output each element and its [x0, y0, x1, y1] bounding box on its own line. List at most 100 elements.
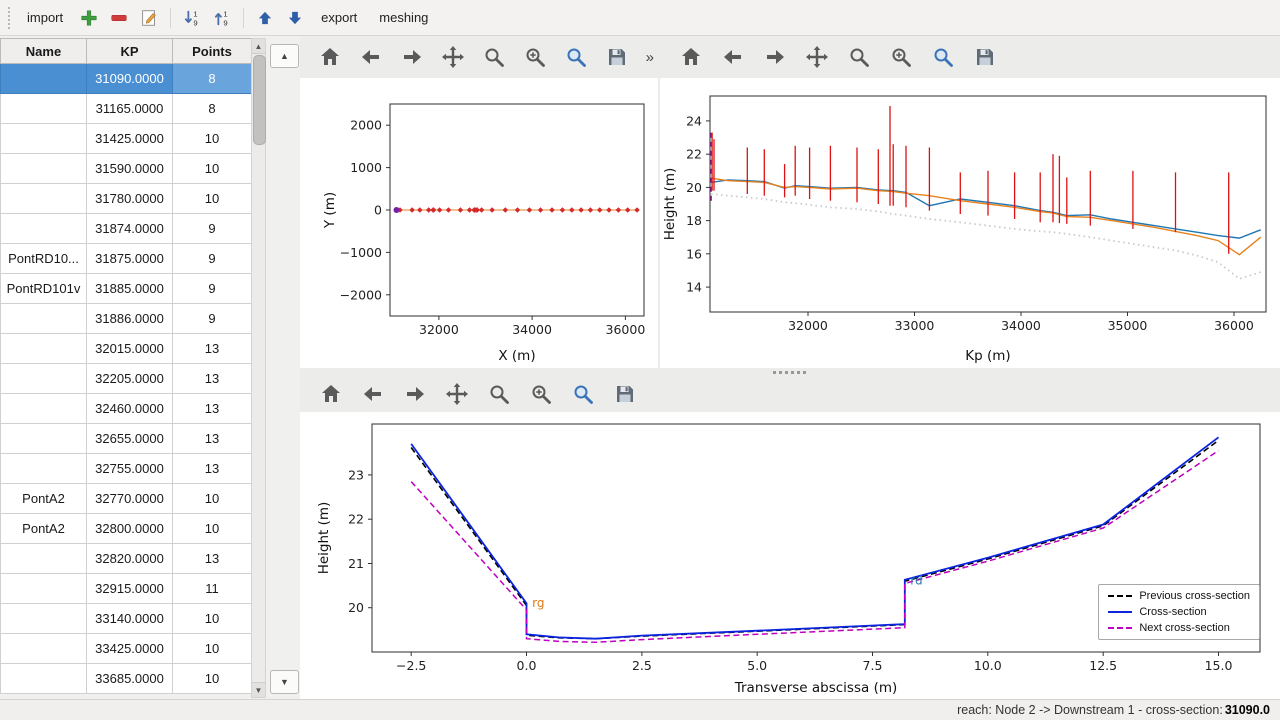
cell-name[interactable] [1, 154, 87, 184]
meshing-button[interactable]: meshing [371, 5, 436, 30]
table-row[interactable]: 33425.000010 [1, 634, 252, 664]
table-row[interactable]: 31425.000010 [1, 124, 252, 154]
cell-name[interactable] [1, 664, 87, 694]
home-icon[interactable] [318, 381, 344, 407]
table-row[interactable]: 33140.000010 [1, 604, 252, 634]
cell-points[interactable]: 9 [173, 214, 252, 244]
home-icon[interactable] [678, 44, 704, 70]
save-icon[interactable] [605, 44, 630, 70]
cell-name[interactable] [1, 124, 87, 154]
cell-name[interactable] [1, 364, 87, 394]
cell-name[interactable]: PontA2 [1, 514, 87, 544]
pan-icon[interactable] [441, 44, 466, 70]
cell-points[interactable]: 10 [173, 634, 252, 664]
cell-name[interactable] [1, 334, 87, 364]
zoom-in-icon[interactable] [528, 381, 554, 407]
zoom-icon[interactable] [846, 44, 872, 70]
cell-name[interactable]: PontA2 [1, 484, 87, 514]
zoom-in-icon[interactable] [523, 44, 548, 70]
cell-name[interactable] [1, 544, 87, 574]
zoom-rect-icon[interactable] [570, 381, 596, 407]
cell-kp[interactable]: 32460.0000 [87, 394, 173, 424]
pan-icon[interactable] [444, 381, 470, 407]
edit-icon[interactable] [137, 6, 161, 30]
cell-name[interactable] [1, 424, 87, 454]
back-icon[interactable] [359, 44, 384, 70]
cell-name[interactable]: PontRD10... [1, 244, 87, 274]
cell-name[interactable] [1, 634, 87, 664]
cell-points[interactable]: 10 [173, 124, 252, 154]
table-row[interactable]: 31874.00009 [1, 214, 252, 244]
zoom-icon[interactable] [482, 44, 507, 70]
add-icon[interactable] [77, 6, 101, 30]
table-row[interactable]: 32755.000013 [1, 454, 252, 484]
zoom-rect-icon[interactable] [930, 44, 956, 70]
scroll-up-icon[interactable]: ▲ [252, 39, 265, 54]
cell-kp[interactable]: 31885.0000 [87, 274, 173, 304]
export-button[interactable]: export [313, 5, 365, 30]
cell-kp[interactable]: 33425.0000 [87, 634, 173, 664]
table-row[interactable]: 31780.000010 [1, 184, 252, 214]
cell-name[interactable] [1, 214, 87, 244]
cell-points[interactable]: 13 [173, 454, 252, 484]
zoom-icon[interactable] [486, 381, 512, 407]
zoom-in-icon[interactable] [888, 44, 914, 70]
cell-kp[interactable]: 31425.0000 [87, 124, 173, 154]
cell-kp[interactable]: 32655.0000 [87, 424, 173, 454]
pan-icon[interactable] [804, 44, 830, 70]
table-row[interactable]: 32205.000013 [1, 364, 252, 394]
column-header-kp[interactable]: KP [87, 39, 173, 64]
table-row[interactable]: 31886.00009 [1, 304, 252, 334]
cell-kp[interactable]: 32015.0000 [87, 334, 173, 364]
zoom-rect-icon[interactable] [564, 44, 589, 70]
cell-points[interactable]: 10 [173, 484, 252, 514]
cell-name[interactable] [1, 94, 87, 124]
cell-points[interactable]: 13 [173, 364, 252, 394]
cell-kp[interactable]: 31780.0000 [87, 184, 173, 214]
table-row[interactable]: 31590.000010 [1, 154, 252, 184]
column-header-points[interactable]: Points [173, 39, 252, 64]
table-row[interactable]: 33685.000010 [1, 664, 252, 694]
save-icon[interactable] [612, 381, 638, 407]
cell-points[interactable]: 10 [173, 664, 252, 694]
home-icon[interactable] [318, 44, 343, 70]
cell-kp[interactable]: 32770.0000 [87, 484, 173, 514]
cell-kp[interactable]: 31875.0000 [87, 244, 173, 274]
cell-kp[interactable]: 31886.0000 [87, 304, 173, 334]
cell-name[interactable] [1, 604, 87, 634]
table-row[interactable]: PontA232770.000010 [1, 484, 252, 514]
cell-kp[interactable]: 32755.0000 [87, 454, 173, 484]
cell-points[interactable]: 13 [173, 424, 252, 454]
cell-kp[interactable]: 33140.0000 [87, 604, 173, 634]
cell-kp[interactable]: 31590.0000 [87, 154, 173, 184]
cell-name[interactable] [1, 64, 87, 94]
cell-points[interactable]: 10 [173, 604, 252, 634]
cell-points[interactable]: 8 [173, 64, 252, 94]
table-row[interactable]: PontA232800.000010 [1, 514, 252, 544]
move-down-icon[interactable] [283, 6, 307, 30]
table-row[interactable]: 32915.000011 [1, 574, 252, 604]
cell-name[interactable] [1, 184, 87, 214]
table-row[interactable]: 32460.000013 [1, 394, 252, 424]
import-button[interactable]: import [19, 5, 71, 30]
cell-kp[interactable]: 32820.0000 [87, 544, 173, 574]
cell-kp[interactable]: 32915.0000 [87, 574, 173, 604]
table-row[interactable]: 32015.000013 [1, 334, 252, 364]
cell-kp[interactable]: 31874.0000 [87, 214, 173, 244]
panel-scroll-down-button[interactable]: ▼ [270, 670, 299, 694]
cell-points[interactable]: 10 [173, 154, 252, 184]
cell-kp[interactable]: 31090.0000 [87, 64, 173, 94]
table-row[interactable]: PontRD10...31875.00009 [1, 244, 252, 274]
cell-points[interactable]: 9 [173, 274, 252, 304]
table-row[interactable]: 32655.000013 [1, 424, 252, 454]
scrollbar-thumb[interactable] [253, 55, 266, 145]
cell-kp[interactable]: 33685.0000 [87, 664, 173, 694]
cell-points[interactable]: 13 [173, 334, 252, 364]
cell-points[interactable]: 13 [173, 544, 252, 574]
table-row[interactable]: 31090.00008 [1, 64, 252, 94]
forward-icon[interactable] [402, 381, 428, 407]
cell-kp[interactable]: 32800.0000 [87, 514, 173, 544]
forward-icon[interactable] [762, 44, 788, 70]
cell-name[interactable] [1, 304, 87, 334]
cell-kp[interactable]: 32205.0000 [87, 364, 173, 394]
